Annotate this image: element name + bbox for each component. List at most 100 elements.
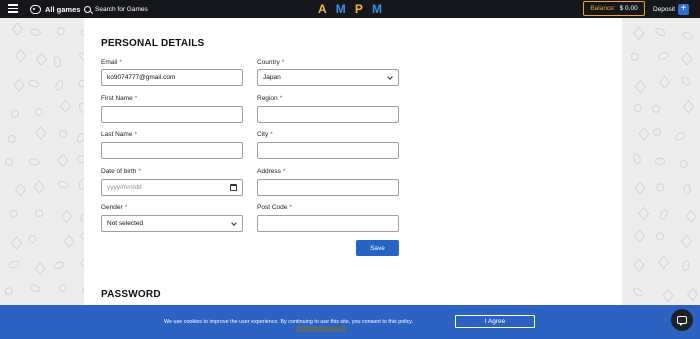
all-games-label: All games <box>45 4 81 14</box>
address-label-text: Address <box>257 168 281 175</box>
required-mark: * <box>270 131 273 138</box>
plus-icon: + <box>678 3 690 15</box>
leaf-doodle-icon <box>630 52 639 61</box>
leaf-doodle-icon <box>34 107 43 116</box>
leaf-doodle-icon <box>682 260 690 272</box>
gender-value: Not selected <box>107 220 144 227</box>
leaf-doodle-icon <box>9 209 18 218</box>
post-code-field[interactable] <box>257 215 399 232</box>
email-value: ko9074777@gmail.com <box>107 74 176 81</box>
leaf-doodle-icon <box>652 104 661 113</box>
leaf-doodle-icon <box>57 181 69 189</box>
leaf-doodle-icon <box>28 234 37 243</box>
leaf-doodle-icon <box>633 153 641 165</box>
first-name-label-text: First Name <box>101 95 133 102</box>
leaf-doodle-icon <box>685 209 697 224</box>
leaf-doodle-icon <box>656 232 665 241</box>
leaf-doodle-icon <box>53 261 65 270</box>
profile-form-panel: PERSONAL DETAILS Email * ko9074777@gmail.… <box>84 18 622 306</box>
leaf-doodle-icon <box>34 261 46 276</box>
leaf-doodle-icon <box>656 183 665 192</box>
leaf-doodle-icon <box>5 157 14 166</box>
gender-select[interactable]: Not selected <box>101 215 243 232</box>
first-name-field[interactable] <box>101 106 243 123</box>
last-name-label: Last Name * <box>101 131 137 138</box>
leaf-doodle-icon <box>633 229 646 243</box>
chevron-down-icon <box>231 220 237 226</box>
region-field[interactable] <box>257 106 399 123</box>
required-mark: * <box>119 59 122 66</box>
leaf-doodle-icon <box>30 28 41 36</box>
all-games-button[interactable]: All games <box>30 2 80 16</box>
post-code-label-text: Post Code <box>257 204 288 211</box>
top-navigation-bar: All games Search for Games A M P M Balan… <box>0 0 700 18</box>
leaf-doodle-icon <box>655 27 666 37</box>
first-name-label: First Name * <box>101 95 137 102</box>
search-icon <box>84 5 91 13</box>
password-title: PASSWORD <box>101 289 161 300</box>
required-mark: * <box>282 168 286 175</box>
deposit-button[interactable]: Deposit + <box>653 2 690 16</box>
leaf-doodle-icon <box>654 157 666 165</box>
country-select[interactable]: Japan <box>257 69 399 86</box>
leaf-doodle-icon <box>60 209 73 224</box>
leaf-doodle-icon <box>634 79 647 94</box>
leaf-doodle-icon <box>7 134 16 143</box>
leaf-doodle-icon <box>10 236 23 250</box>
leaf-doodle-icon <box>14 48 27 63</box>
date-of-birth-field[interactable]: yyyy/mm/dd <box>101 179 243 196</box>
email-label: Email * <box>101 59 122 66</box>
leaf-doodle-icon <box>35 52 48 67</box>
required-mark: * <box>134 131 137 138</box>
leaf-doodle-icon <box>682 31 693 40</box>
email-field[interactable]: ko9074777@gmail.com <box>101 69 243 86</box>
leaf-doodle-icon <box>658 52 669 60</box>
leaf-doodle-icon <box>14 182 27 197</box>
chat-icon <box>677 316 687 326</box>
leaf-doodle-icon <box>63 234 75 249</box>
leaf-doodle-icon <box>653 128 662 137</box>
gender-label: Gender * <box>101 204 127 211</box>
watermark-overlay <box>296 326 346 332</box>
hamburger-menu-icon[interactable] <box>8 4 18 14</box>
email-label-text: Email <box>101 59 118 66</box>
personal-details-title: PERSONAL DETAILS <box>101 38 205 49</box>
leaf-doodle-icon <box>683 183 691 195</box>
required-mark: * <box>134 95 138 102</box>
city-label-text: City <box>257 131 269 138</box>
country-label-text: Country <box>257 59 280 66</box>
address-field[interactable] <box>257 179 399 196</box>
leaf-doodle-icon <box>681 52 693 66</box>
search-games-label: Search for Games <box>95 5 148 13</box>
balance-button[interactable]: Balance: $ 0.00 <box>583 1 645 16</box>
leaf-doodle-icon <box>633 258 645 272</box>
leaf-doodle-icon <box>638 127 650 141</box>
country-value: Japan <box>263 74 281 81</box>
city-label: City * <box>257 131 273 138</box>
leaf-doodle-icon <box>8 260 20 269</box>
agree-button[interactable]: I Agree <box>455 315 535 328</box>
search-games-button[interactable]: Search for Games <box>84 2 148 16</box>
calendar-icon[interactable] <box>230 184 237 191</box>
leaf-doodle-icon <box>633 104 642 113</box>
last-name-field[interactable] <box>101 142 243 159</box>
logo-letter: M <box>371 2 382 16</box>
logo-letter: P <box>354 2 363 16</box>
leaf-doodle-icon <box>35 209 44 218</box>
required-mark: * <box>124 204 128 211</box>
leaf-doodle-icon <box>29 284 41 293</box>
cookie-consent-text: We use cookies to improve the user exper… <box>164 319 414 325</box>
save-button[interactable]: Save <box>356 240 399 256</box>
balance-value: $ 0.00 <box>619 5 638 12</box>
chat-button[interactable] <box>671 309 693 331</box>
required-mark: * <box>289 204 292 211</box>
leaf-doodle-icon <box>633 287 643 297</box>
chevron-down-icon <box>387 74 393 80</box>
leaf-doodle-icon <box>35 126 47 140</box>
leaf-doodle-icon <box>682 99 695 114</box>
leaf-doodle-icon <box>28 79 40 88</box>
city-field[interactable] <box>257 142 399 159</box>
site-logo[interactable]: A M P M <box>318 2 382 16</box>
leaf-doodle-icon <box>59 130 68 139</box>
leaf-doodle-icon <box>675 132 686 141</box>
